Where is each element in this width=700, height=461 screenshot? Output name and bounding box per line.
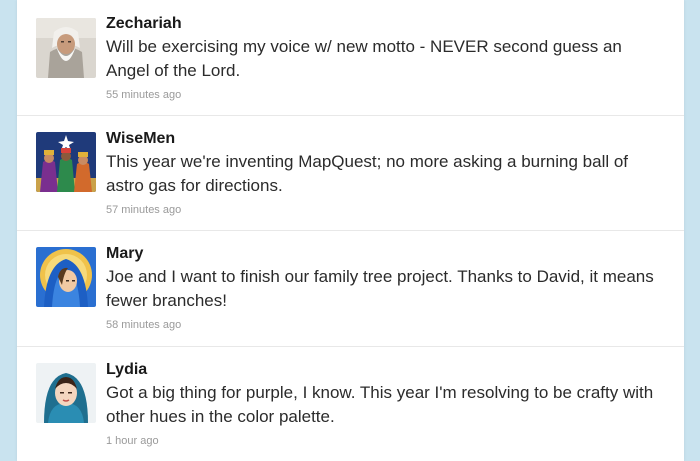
tweet-username[interactable]: WiseMen (106, 130, 175, 148)
tweet-item[interactable]: WiseMen This year we're inventing MapQue… (17, 115, 684, 231)
tweet-text: This year we're inventing MapQuest; no m… (106, 152, 629, 195)
tweet-username[interactable]: Lydia (106, 361, 147, 379)
tweet-text: Will be exercising my voice w/ new motto… (106, 37, 622, 80)
tweet-username[interactable]: Zechariah (106, 15, 182, 33)
three-wise-men-icon (36, 132, 96, 192)
tweet-timestamp[interactable]: 55 minutes ago (106, 89, 181, 101)
tweet-timestamp[interactable]: 57 minutes ago (106, 204, 181, 216)
tweet-feed: Zechariah Will be exercising my voice w/… (17, 0, 684, 461)
tweet-text: Joe and I want to finish our family tree… (106, 267, 654, 310)
avatar[interactable] (36, 247, 96, 307)
tweet-text: Got a big thing for purple, I know. This… (106, 383, 654, 426)
veiled-woman-icon (36, 247, 96, 307)
tweet-timestamp[interactable]: 58 minutes ago (106, 319, 181, 331)
woman-headscarf-icon (36, 363, 96, 423)
tweet-item[interactable]: Lydia Got a big thing for purple, I know… (17, 346, 684, 461)
bearded-elder-icon (36, 18, 96, 78)
tweet-item[interactable]: Mary Joe and I want to finish our family… (17, 230, 684, 347)
tweet-username[interactable]: Mary (106, 245, 143, 263)
avatar[interactable] (36, 363, 96, 423)
tweet-timestamp[interactable]: 1 hour ago (106, 435, 159, 447)
avatar[interactable] (36, 18, 96, 78)
tweet-item[interactable]: Zechariah Will be exercising my voice w/… (17, 0, 684, 116)
avatar[interactable] (36, 132, 96, 192)
